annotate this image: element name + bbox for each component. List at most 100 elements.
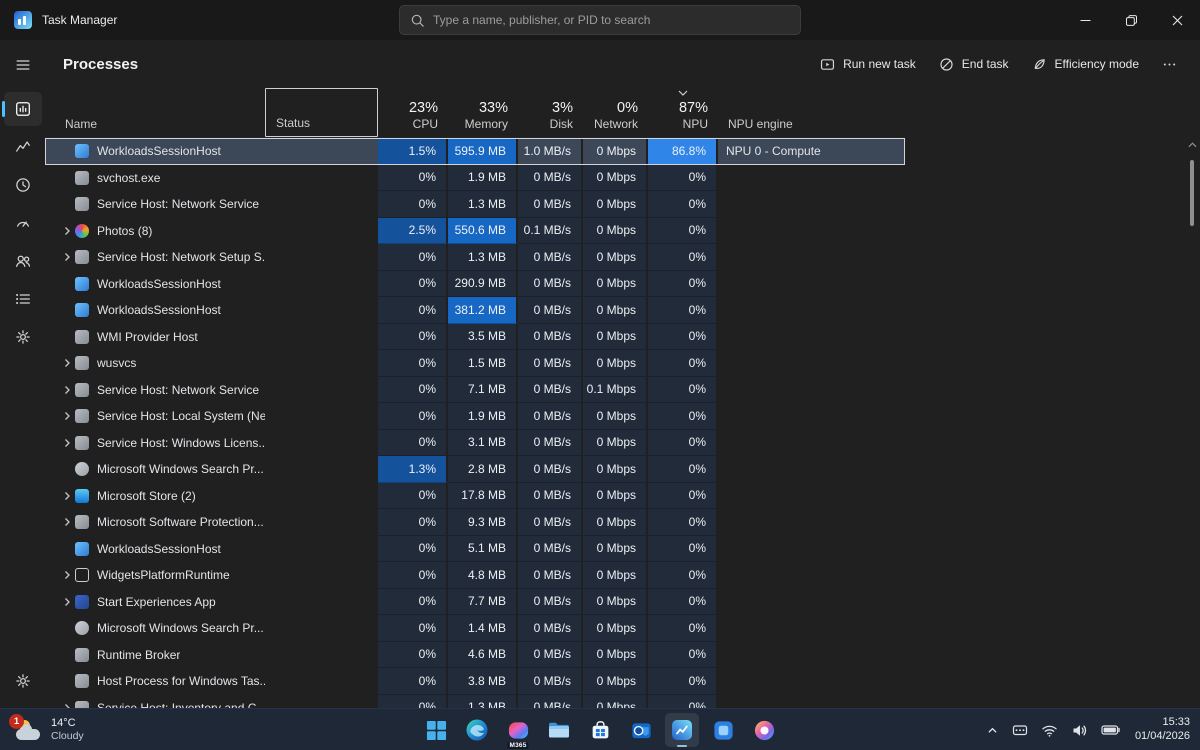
tray-wifi-button[interactable]: [1039, 720, 1060, 741]
column-header-name[interactable]: Name: [45, 88, 265, 137]
process-row[interactable]: Service Host: Network Setup S...0%1.3 MB…: [45, 244, 905, 271]
weather-cloud-icon: 1: [16, 720, 42, 740]
taskbar-microsoft-store-button[interactable]: [583, 713, 617, 747]
expand-chevron-icon[interactable]: [59, 385, 75, 395]
cell-network: 0 Mbps: [583, 403, 648, 430]
tray-battery-button[interactable]: [1099, 721, 1123, 739]
taskbar-edge-button[interactable]: [460, 713, 494, 747]
cell-memory: 7.1 MB: [448, 377, 518, 404]
process-row[interactable]: Service Host: Windows Licens...0%3.1 MB0…: [45, 430, 905, 457]
process-row[interactable]: Photos (8)2.5%550.6 MB0.1 MB/s0 Mbps0%: [45, 218, 905, 245]
maximize-button[interactable]: [1108, 0, 1154, 40]
process-row[interactable]: Microsoft Software Protection...0%9.3 MB…: [45, 509, 905, 536]
search-input[interactable]: [433, 13, 790, 27]
process-row[interactable]: Service Host: Local System (Ne...0%1.9 M…: [45, 403, 905, 430]
npu-total-percent: 87%: [679, 100, 708, 116]
close-button[interactable]: [1154, 0, 1200, 40]
expand-chevron-icon[interactable]: [59, 597, 75, 607]
sidebar-item-app-history[interactable]: [4, 168, 42, 202]
column-header-npu-engine[interactable]: NPU engine: [718, 88, 905, 137]
taskbar-m365-copilot-button[interactable]: M365: [501, 713, 535, 747]
expand-chevron-icon[interactable]: [59, 252, 75, 262]
expand-chevron-icon[interactable]: [59, 411, 75, 421]
sidebar-footer: [4, 662, 42, 700]
end-task-label: End task: [962, 57, 1009, 71]
process-row[interactable]: WorkloadsSessionHost1.5%595.9 MB1.0 MB/s…: [45, 138, 905, 165]
column-header-memory[interactable]: 33% Memory: [448, 88, 518, 137]
sidebar-item-settings[interactable]: [4, 664, 42, 698]
process-icon: [75, 197, 89, 211]
column-header-network[interactable]: 0% Network: [583, 88, 648, 137]
memory-column-label: Memory: [465, 117, 508, 131]
process-row[interactable]: WorkloadsSessionHost0%290.9 MB0 MB/s0 Mb…: [45, 271, 905, 298]
scrollbar-thumb[interactable]: [1190, 160, 1194, 226]
process-row[interactable]: WorkloadsSessionHost0%381.2 MB0 MB/s0 Mb…: [45, 297, 905, 324]
taskbar-task-manager-button[interactable]: [665, 713, 699, 747]
expand-chevron-icon[interactable]: [59, 570, 75, 580]
cell-disk: 0 MB/s: [518, 615, 583, 642]
m365-badge: M365: [507, 742, 528, 749]
taskbar-outlook-button[interactable]: [624, 713, 658, 747]
process-row[interactable]: Host Process for Windows Tas...0%3.8 MB0…: [45, 668, 905, 695]
taskbar-blue-app-button[interactable]: [706, 713, 740, 747]
process-icon: [75, 383, 89, 397]
column-header-npu[interactable]: 87% NPU: [648, 88, 718, 137]
tray-volume-button[interactable]: [1069, 720, 1090, 741]
process-row[interactable]: WMI Provider Host0%3.5 MB0 MB/s0 Mbps0%: [45, 324, 905, 351]
expand-chevron-icon[interactable]: [59, 491, 75, 501]
taskbar-start-button[interactable]: [419, 713, 453, 747]
table-header: Name Status 23% CPU 33% Memory 3% Disk 0…: [45, 88, 905, 138]
efficiency-mode-button[interactable]: Efficiency mode: [1021, 49, 1150, 80]
scroll-up-arrow-icon[interactable]: [1187, 142, 1197, 148]
sidebar-item-menu[interactable]: [4, 48, 42, 82]
process-row[interactable]: wusvcs0%1.5 MB0 MB/s0 Mbps0%: [45, 350, 905, 377]
cell-npu-engine: [718, 615, 905, 642]
sidebar-item-services[interactable]: [4, 320, 42, 354]
sidebar-item-performance[interactable]: [4, 130, 42, 164]
scrollbar[interactable]: [1187, 140, 1197, 704]
taskbar-file-explorer-button[interactable]: [542, 713, 576, 747]
process-row[interactable]: Microsoft Store (2)0%17.8 MB0 MB/s0 Mbps…: [45, 483, 905, 510]
process-row[interactable]: Start Experiences App0%7.7 MB0 MB/s0 Mbp…: [45, 589, 905, 616]
taskbar-clock[interactable]: 15:33 01/04/2026: [1135, 716, 1190, 744]
more-options-button[interactable]: [1151, 49, 1188, 80]
taskbar-photos-button[interactable]: [747, 713, 781, 747]
process-name: WorkloadsSessionHost: [97, 542, 221, 556]
process-row[interactable]: svchost.exe0%1.9 MB0 MB/s0 Mbps0%: [45, 165, 905, 192]
process-row[interactable]: Service Host: Inventory and C...0%1.3 MB…: [45, 695, 905, 709]
process-row[interactable]: Service Host: Network Service0%1.3 MB0 M…: [45, 191, 905, 218]
expand-chevron-icon[interactable]: [59, 438, 75, 448]
process-row[interactable]: WidgetsPlatformRuntime0%4.8 MB0 MB/s0 Mb…: [45, 562, 905, 589]
process-name: Service Host: Network Setup S...: [97, 250, 265, 264]
column-header-disk[interactable]: 3% Disk: [518, 88, 583, 137]
process-row[interactable]: Service Host: Network Service0%7.1 MB0 M…: [45, 377, 905, 404]
minimize-button[interactable]: [1062, 0, 1108, 40]
column-header-cpu[interactable]: 23% CPU: [378, 88, 448, 137]
weather-widget[interactable]: 1 14°C Cloudy: [10, 709, 84, 750]
cell-cpu: 0%: [378, 403, 448, 430]
process-row[interactable]: Microsoft Windows Search Pr...1.3%2.8 MB…: [45, 456, 905, 483]
cell-network: 0 Mbps: [583, 615, 648, 642]
process-row[interactable]: Microsoft Windows Search Pr...0%1.4 MB0 …: [45, 615, 905, 642]
sidebar-item-details[interactable]: [4, 282, 42, 316]
sidebar-item-users[interactable]: [4, 244, 42, 278]
column-header-status[interactable]: Status: [265, 88, 378, 137]
window-controls: [1062, 0, 1200, 40]
expand-chevron-icon[interactable]: [59, 517, 75, 527]
expand-chevron-icon[interactable]: [59, 226, 75, 236]
tray-device-button[interactable]: [1010, 720, 1030, 740]
end-task-button[interactable]: End task: [928, 49, 1019, 80]
process-row[interactable]: Runtime Broker0%4.6 MB0 MB/s0 Mbps0%: [45, 642, 905, 669]
expand-chevron-icon[interactable]: [59, 358, 75, 368]
tray-hidden-icons-button[interactable]: [984, 722, 1001, 739]
process-row[interactable]: WorkloadsSessionHost0%5.1 MB0 MB/s0 Mbps…: [45, 536, 905, 563]
run-new-task-button[interactable]: Run new task: [809, 49, 926, 80]
cell-npu: 0%: [648, 350, 718, 377]
process-name: Microsoft Store (2): [97, 489, 196, 503]
sidebar-item-processes[interactable]: [4, 92, 42, 126]
search-box[interactable]: [399, 5, 801, 35]
cell-npu-engine: [718, 403, 905, 430]
sidebar-item-startup-apps[interactable]: [4, 206, 42, 240]
cell-memory: 4.6 MB: [448, 642, 518, 669]
cell-npu: 0%: [648, 430, 718, 457]
